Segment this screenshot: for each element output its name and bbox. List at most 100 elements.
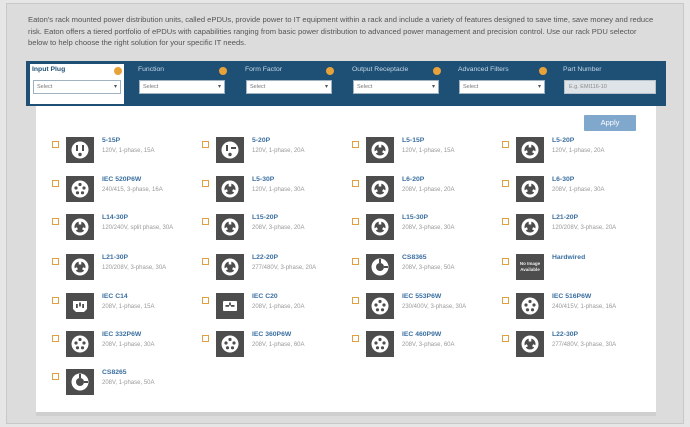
form-factor-select[interactable]: Select ▾: [246, 80, 332, 94]
plug-name-link[interactable]: L5-30P: [252, 176, 274, 183]
plug-item[interactable]: L14-30P 120/240V, split phase, 30A: [52, 214, 202, 248]
plug-name-link[interactable]: IEC 332P6W: [102, 331, 141, 338]
plug-item[interactable]: L21-20P 120/208V, 3-phase, 20A: [502, 214, 652, 248]
plug-item[interactable]: L6-20P 208V, 1-phase, 20A: [352, 176, 502, 210]
plug-item[interactable]: IEC C20 208V, 1-phase, 20A: [202, 293, 352, 327]
plug-name-link[interactable]: L15-20P: [252, 214, 278, 221]
info-dot-icon[interactable]: [433, 67, 441, 75]
plug-checkbox[interactable]: [352, 180, 359, 187]
plug-checkbox[interactable]: [52, 141, 59, 148]
plug-checkbox[interactable]: [352, 141, 359, 148]
plug-checkbox[interactable]: [502, 258, 509, 265]
plug-description: 277/480V, 3-phase, 20A: [252, 265, 317, 271]
input-plug-select[interactable]: Select ▾: [33, 80, 121, 94]
plug-item[interactable]: L15-30P 208V, 3-phase, 30A: [352, 214, 502, 248]
plug-name-link[interactable]: L5-20P: [552, 137, 574, 144]
info-dot-icon[interactable]: [219, 67, 227, 75]
plug-item[interactable]: IEC 332P6W 208V, 1-phase, 30A: [52, 331, 202, 365]
filter-label: Form Factor: [245, 66, 283, 73]
plug-item[interactable]: IEC 516P6W 240/415V, 1-phase, 16A: [502, 293, 652, 327]
plug-item[interactable]: 5-20P 120V, 1-phase, 20A: [202, 137, 352, 171]
filter-label: Function: [138, 66, 165, 73]
plug-name-link[interactable]: IEC C14: [102, 293, 128, 300]
plug-name-link[interactable]: L21-20P: [552, 214, 578, 221]
part-number-input[interactable]: E.g. EMI116-10: [564, 80, 656, 94]
plug-name-link[interactable]: IEC 520P6W: [102, 176, 141, 183]
chevron-down-icon: ▾: [537, 84, 541, 90]
plug-name-link[interactable]: L22-20P: [252, 254, 278, 261]
plug-description: 208V, 1-phase, 30A: [102, 342, 155, 348]
info-dot-icon[interactable]: [539, 67, 547, 75]
filter-advanced[interactable]: Advanced Filters Select ▾: [456, 64, 551, 104]
plug-checkbox[interactable]: [52, 297, 59, 304]
plug-checkbox[interactable]: [352, 218, 359, 225]
plug-name-link[interactable]: IEC 516P6W: [552, 293, 591, 300]
plug-name-link[interactable]: CS8365: [402, 254, 427, 261]
advanced-filters-select[interactable]: Select ▾: [459, 80, 545, 94]
plug-name-link[interactable]: IEC C20: [252, 293, 278, 300]
plug-item[interactable]: L21-30P 120/208V, 3-phase, 30A: [52, 254, 202, 288]
plug-checkbox[interactable]: [52, 258, 59, 265]
plug-checkbox[interactable]: [202, 297, 209, 304]
plug-checkbox[interactable]: [502, 218, 509, 225]
filter-function[interactable]: Function Select ▾: [136, 64, 231, 104]
plug-checkbox[interactable]: [502, 180, 509, 187]
plug-name-link[interactable]: CS8265: [102, 369, 127, 376]
plug-checkbox[interactable]: [202, 258, 209, 265]
filter-output-receptacle[interactable]: Output Receptacle Select ▾: [350, 64, 445, 104]
plug-item[interactable]: IEC 360P6W 208V, 1-phase, 60A: [202, 331, 352, 365]
info-dot-icon[interactable]: [326, 67, 334, 75]
filter-input-plug[interactable]: Input Plug Select ▾: [30, 64, 124, 104]
plug-item[interactable]: L6-30P 208V, 1-phase, 30A: [502, 176, 652, 210]
plug-checkbox[interactable]: [52, 180, 59, 187]
plug-checkbox[interactable]: [202, 141, 209, 148]
function-select[interactable]: Select ▾: [139, 80, 225, 94]
plug-item[interactable]: No Image Available Hardwired: [502, 254, 652, 288]
plug-checkbox[interactable]: [52, 218, 59, 225]
plug-name-link[interactable]: 5-20P: [252, 137, 270, 144]
plug-item[interactable]: 5-15P 120V, 1-phase, 15A: [52, 137, 202, 171]
plug-checkbox[interactable]: [202, 218, 209, 225]
plug-item[interactable]: IEC 553P6W 230/400V, 3-phase, 30A: [352, 293, 502, 327]
output-receptacle-select[interactable]: Select ▾: [353, 80, 439, 94]
plug-name-link[interactable]: L5-15P: [402, 137, 424, 144]
plug-checkbox[interactable]: [52, 335, 59, 342]
plug-checkbox[interactable]: [352, 258, 359, 265]
plug-item[interactable]: CS8265 208V, 1-phase, 50A: [52, 369, 202, 403]
plug-checkbox[interactable]: [202, 335, 209, 342]
plug-description: 120V, 1-phase, 15A: [102, 148, 155, 154]
plug-name-link[interactable]: 5-15P: [102, 137, 120, 144]
plug-name-link[interactable]: Hardwired: [552, 254, 585, 261]
plug-item[interactable]: L22-30P 277/480V, 3-phase, 30A: [502, 331, 652, 365]
plug-item[interactable]: L5-30P 120V, 1-phase, 30A: [202, 176, 352, 210]
plug-checkbox[interactable]: [502, 141, 509, 148]
plug-name-link[interactable]: L14-30P: [102, 214, 128, 221]
plug-item[interactable]: L15-20P 208V, 3-phase, 20A: [202, 214, 352, 248]
no-image-icon: No Image Available: [516, 254, 544, 280]
plug-checkbox[interactable]: [502, 335, 509, 342]
filter-form-factor[interactable]: Form Factor Select ▾: [243, 64, 338, 104]
plug-checkbox[interactable]: [202, 180, 209, 187]
plug-item[interactable]: IEC C14 208V, 1-phase, 15A: [52, 293, 202, 327]
plug-name-link[interactable]: L6-20P: [402, 176, 424, 183]
plug-name-link[interactable]: L21-30P: [102, 254, 128, 261]
plug-checkbox[interactable]: [52, 373, 59, 380]
plug-item[interactable]: L5-20P 120V, 1-phase, 20A: [502, 137, 652, 171]
plug-name-link[interactable]: IEC 553P6W: [402, 293, 441, 300]
plug-item[interactable]: IEC 460P9W 208V, 3-phase, 60A: [352, 331, 502, 365]
plug-checkbox[interactable]: [502, 297, 509, 304]
plug-name-link[interactable]: IEC 360P6W: [252, 331, 291, 338]
plug-name-link[interactable]: L6-30P: [552, 176, 574, 183]
plug-name-link[interactable]: L15-30P: [402, 214, 428, 221]
plug-checkbox[interactable]: [352, 297, 359, 304]
plug-item[interactable]: L5-15P 120V, 1-phase, 15A: [352, 137, 502, 171]
info-dot-icon[interactable]: [114, 67, 122, 75]
apply-button[interactable]: Apply: [584, 115, 636, 131]
plug-description: 230/400V, 3-phase, 30A: [402, 304, 467, 310]
plug-name-link[interactable]: IEC 460P9W: [402, 331, 441, 338]
plug-item[interactable]: IEC 520P6W 240/415, 3-phase, 16A: [52, 176, 202, 210]
plug-name-link[interactable]: L22-30P: [552, 331, 578, 338]
plug-item[interactable]: CS8365 208V, 3-phase, 50A: [352, 254, 502, 288]
plug-item[interactable]: L22-20P 277/480V, 3-phase, 20A: [202, 254, 352, 288]
plug-checkbox[interactable]: [352, 335, 359, 342]
